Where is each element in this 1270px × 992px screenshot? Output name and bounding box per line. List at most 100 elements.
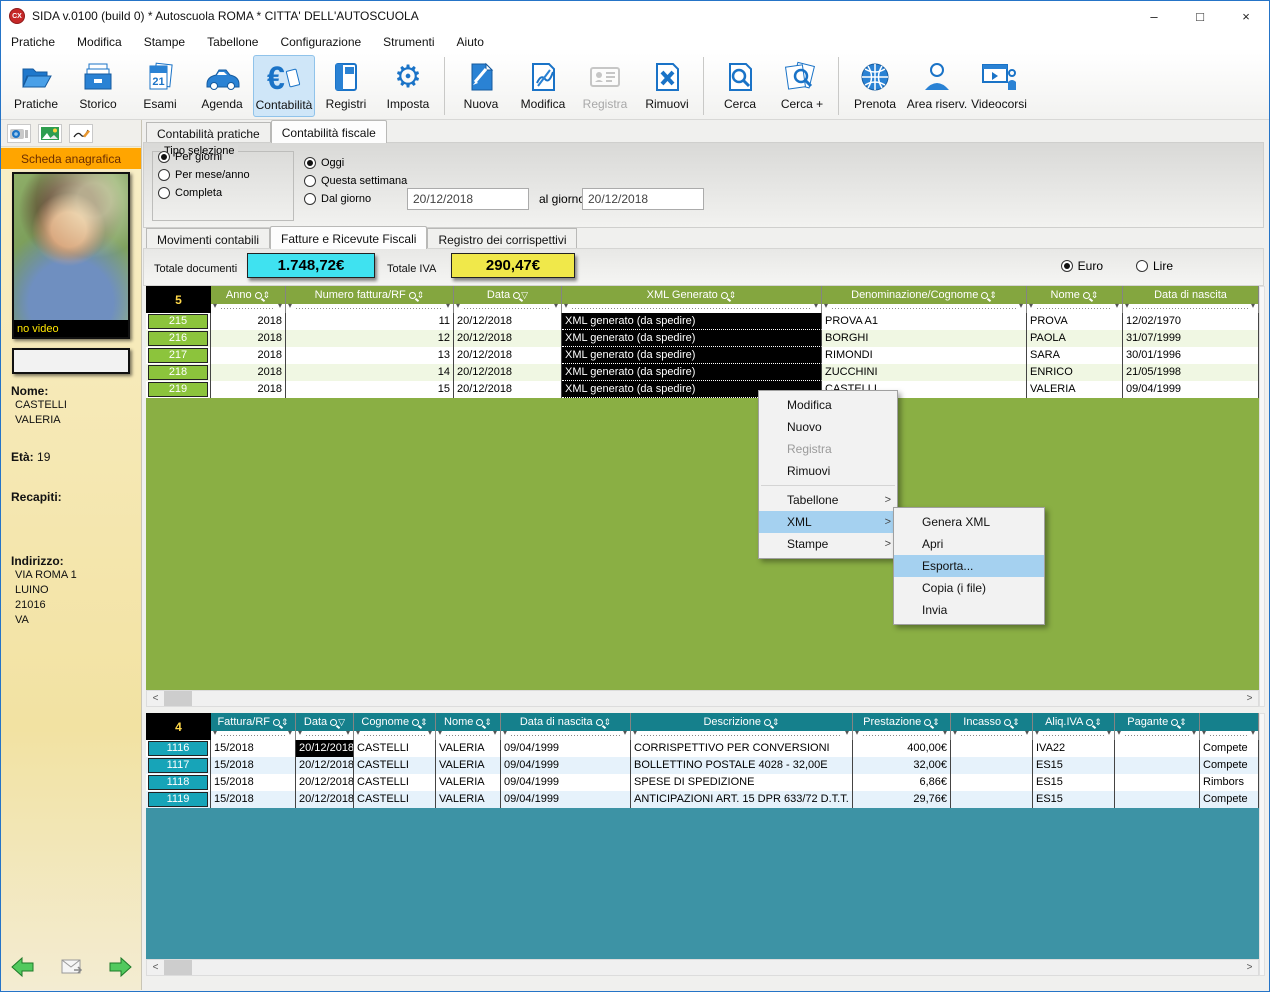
table-cell[interactable]: Compete (1200, 757, 1259, 774)
table-cell[interactable]: 400,00€ (853, 740, 951, 757)
table-cell[interactable]: 09/04/1999 (501, 740, 631, 757)
column-filter[interactable] (631, 731, 852, 740)
row-number-badge[interactable]: 218 (146, 364, 211, 381)
column-filter[interactable] (822, 304, 1026, 313)
tab-contabilita-fiscale[interactable]: Contabilità fiscale (271, 120, 387, 143)
row-number-badge[interactable]: 219 (146, 381, 211, 398)
pratiche-button[interactable]: Pratiche (5, 55, 67, 117)
table-cell[interactable]: 2018 (211, 381, 286, 398)
column-header-xml[interactable]: XML Generato⇕ (562, 286, 822, 313)
table-cell[interactable]: 15/2018 (211, 774, 296, 791)
minimize-button[interactable]: – (1131, 1, 1177, 31)
menu-item-esporta[interactable]: Esporta... (894, 555, 1044, 577)
tab-movimenti-contabili[interactable]: Movimenti contabili (146, 228, 270, 249)
storico-button[interactable]: Storico (67, 55, 129, 117)
table-cell[interactable]: Rimbors (1200, 774, 1259, 791)
table-row[interactable]: 111815/201820/12/2018CASTELLIVALERIA09/0… (146, 774, 1259, 791)
column-filter[interactable] (1115, 731, 1199, 740)
column-header-incasso[interactable]: Incasso⇕ (951, 713, 1033, 740)
table-row[interactable]: 21820181420/12/2018XML generato (da sped… (146, 364, 1259, 381)
radio-oggi[interactable]: Oggi (304, 155, 407, 171)
radio-per-mese-anno[interactable]: Per mese/anno (158, 167, 250, 183)
table-cell[interactable]: 09/04/1999 (501, 791, 631, 808)
table-cell[interactable]: 2018 (211, 364, 286, 381)
column-filter[interactable] (436, 731, 500, 740)
table-cell[interactable]: RIMONDI (822, 347, 1027, 364)
table-cell[interactable] (1115, 774, 1200, 791)
table-cell[interactable]: XML generato (da spedire) (562, 364, 822, 381)
table-row[interactable]: 111615/201820/12/2018CASTELLIVALERIA09/0… (146, 740, 1259, 757)
column-filter[interactable] (562, 304, 821, 313)
menu-item-nuovo[interactable]: Nuovo (759, 416, 897, 438)
table-cell[interactable]: VALERIA (436, 791, 501, 808)
table-cell[interactable]: PAOLA (1027, 330, 1123, 347)
menu-item-xml[interactable]: XML> (759, 511, 897, 533)
radio-questa-settimana[interactable]: Questa settimana (304, 173, 407, 189)
table-cell[interactable]: CASTELLI (354, 757, 436, 774)
table-cell[interactable]: VALERIA (436, 774, 501, 791)
table-cell[interactable] (951, 791, 1033, 808)
column-filter[interactable] (454, 304, 561, 313)
registri-button[interactable]: Registri (315, 55, 377, 117)
agenda-button[interactable]: Agenda (191, 55, 253, 117)
table-row[interactable]: 21720181320/12/2018XML generato (da sped… (146, 347, 1259, 364)
table-cell[interactable]: 15/2018 (211, 740, 296, 757)
column-header-extra[interactable] (1200, 713, 1259, 740)
table-cell[interactable]: 20/12/2018 (296, 774, 354, 791)
scroll-left-icon[interactable]: < (147, 960, 164, 975)
contabilita-button[interactable]: € Contabilità (253, 55, 315, 117)
column-header-denominazione[interactable]: Denominazione/Cognome⇕ (822, 286, 1027, 313)
menu-item-genera-xml[interactable]: Genera XML (894, 511, 1044, 533)
invoice-table-vscrollbar[interactable] (1259, 286, 1265, 707)
menu-configurazione[interactable]: Configurazione (280, 35, 361, 49)
table-cell[interactable]: BOLLETTINO POSTALE 4028 - 32,00E (631, 757, 853, 774)
menu-item-rimuovi[interactable]: Rimuovi (759, 460, 897, 482)
table-cell[interactable]: XML generato (da spedire) (562, 347, 822, 364)
table-cell[interactable]: XML generato (da spedire) (562, 330, 822, 347)
column-header-descrizione[interactable]: Descrizione⇕ (631, 713, 853, 740)
table-row[interactable]: 111915/201820/12/2018CASTELLIVALERIA09/0… (146, 791, 1259, 808)
row-number-badge[interactable]: 216 (146, 330, 211, 347)
column-filter[interactable] (296, 731, 353, 740)
detail-table-hscrollbar[interactable]: < > (146, 959, 1259, 976)
table-cell[interactable]: 09/04/1999 (1123, 381, 1259, 398)
invoice-table-hscrollbar[interactable]: < > (146, 690, 1259, 707)
send-email-button[interactable] (61, 959, 83, 975)
column-filter[interactable] (1033, 731, 1114, 740)
table-cell[interactable]: 2018 (211, 330, 286, 347)
table-cell[interactable]: Compete (1200, 740, 1259, 757)
menu-aiuto[interactable]: Aiuto (457, 35, 484, 49)
table-cell[interactable]: CASTELLI (354, 791, 436, 808)
table-cell[interactable]: CASTELLI (354, 774, 436, 791)
table-cell[interactable]: 14 (286, 364, 454, 381)
radio-dal-giorno[interactable]: Dal giorno (304, 191, 407, 207)
table-cell[interactable] (1115, 740, 1200, 757)
column-header-fattura[interactable]: Fattura/RF⇕ (211, 713, 296, 740)
menu-strumenti[interactable]: Strumenti (383, 35, 434, 49)
table-cell[interactable]: VALERIA (436, 740, 501, 757)
table-cell[interactable]: 09/04/1999 (501, 757, 631, 774)
to-date-input[interactable]: 20/12/2018 (582, 188, 704, 210)
table-cell[interactable]: SPESE DI SPEDIZIONE (631, 774, 853, 791)
table-cell[interactable]: 13 (286, 347, 454, 364)
row-number-badge[interactable]: 215 (146, 313, 211, 330)
row-number-badge[interactable]: 217 (146, 347, 211, 364)
area-riservata-button[interactable]: Area riserv. (906, 55, 968, 117)
radio-per-giorni[interactable]: Per giorni (158, 149, 250, 165)
table-cell[interactable]: CORRISPETTIVO PER CONVERSIONI (631, 740, 853, 757)
detail-table-vscrollbar[interactable] (1259, 713, 1265, 976)
table-cell[interactable]: 20/12/2018 (454, 364, 562, 381)
menu-modifica[interactable]: Modifica (77, 35, 122, 49)
table-cell[interactable]: 2018 (211, 347, 286, 364)
table-cell[interactable]: 20/12/2018 (454, 381, 562, 398)
column-header-data[interactable]: Data▽ (296, 713, 354, 740)
table-cell[interactable]: VALERIA (436, 757, 501, 774)
table-cell[interactable]: ENRICO (1027, 364, 1123, 381)
menu-item-tabellone[interactable]: Tabellone> (759, 489, 897, 511)
scroll-right-icon[interactable]: > (1241, 960, 1258, 975)
table-cell[interactable]: ES15 (1033, 757, 1115, 774)
column-header-prestazione[interactable]: Prestazione⇕ (853, 713, 951, 740)
table-cell[interactable]: 09/04/1999 (501, 774, 631, 791)
table-cell[interactable]: 20/12/2018 (296, 757, 354, 774)
camera-icon[interactable] (7, 124, 31, 143)
